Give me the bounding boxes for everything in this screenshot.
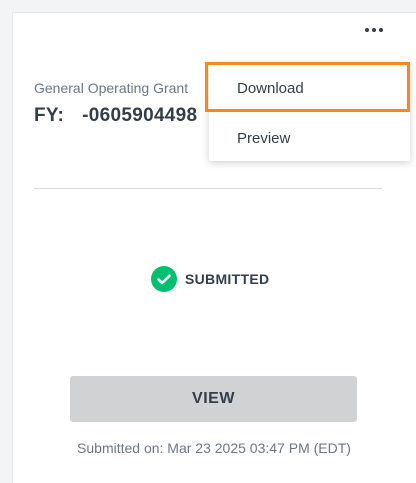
grant-id-suffix: -0605904498	[82, 105, 198, 126]
grant-id-prefix: FY:	[34, 105, 65, 126]
submitted-timestamp: Submitted on: Mar 23 2025 03:47 PM (EDT)	[77, 440, 351, 456]
more-dot	[372, 28, 376, 32]
menu-item-download[interactable]: Download	[209, 65, 410, 111]
divider	[34, 188, 382, 189]
check-circle-icon	[151, 266, 177, 292]
status-indicator: SUBMITTED	[151, 266, 269, 292]
grant-id: FY: -0605904498	[34, 105, 197, 127]
options-dropdown-menu: Download Preview	[209, 63, 410, 161]
menu-item-preview[interactable]: Preview	[209, 115, 410, 161]
grant-type-label: General Operating Grant	[34, 80, 189, 96]
view-button[interactable]: VIEW	[70, 376, 357, 422]
more-dot	[379, 28, 383, 32]
more-options-button[interactable]	[362, 22, 386, 38]
status-text: SUBMITTED	[185, 271, 270, 287]
more-horizontal-icon	[365, 28, 369, 32]
